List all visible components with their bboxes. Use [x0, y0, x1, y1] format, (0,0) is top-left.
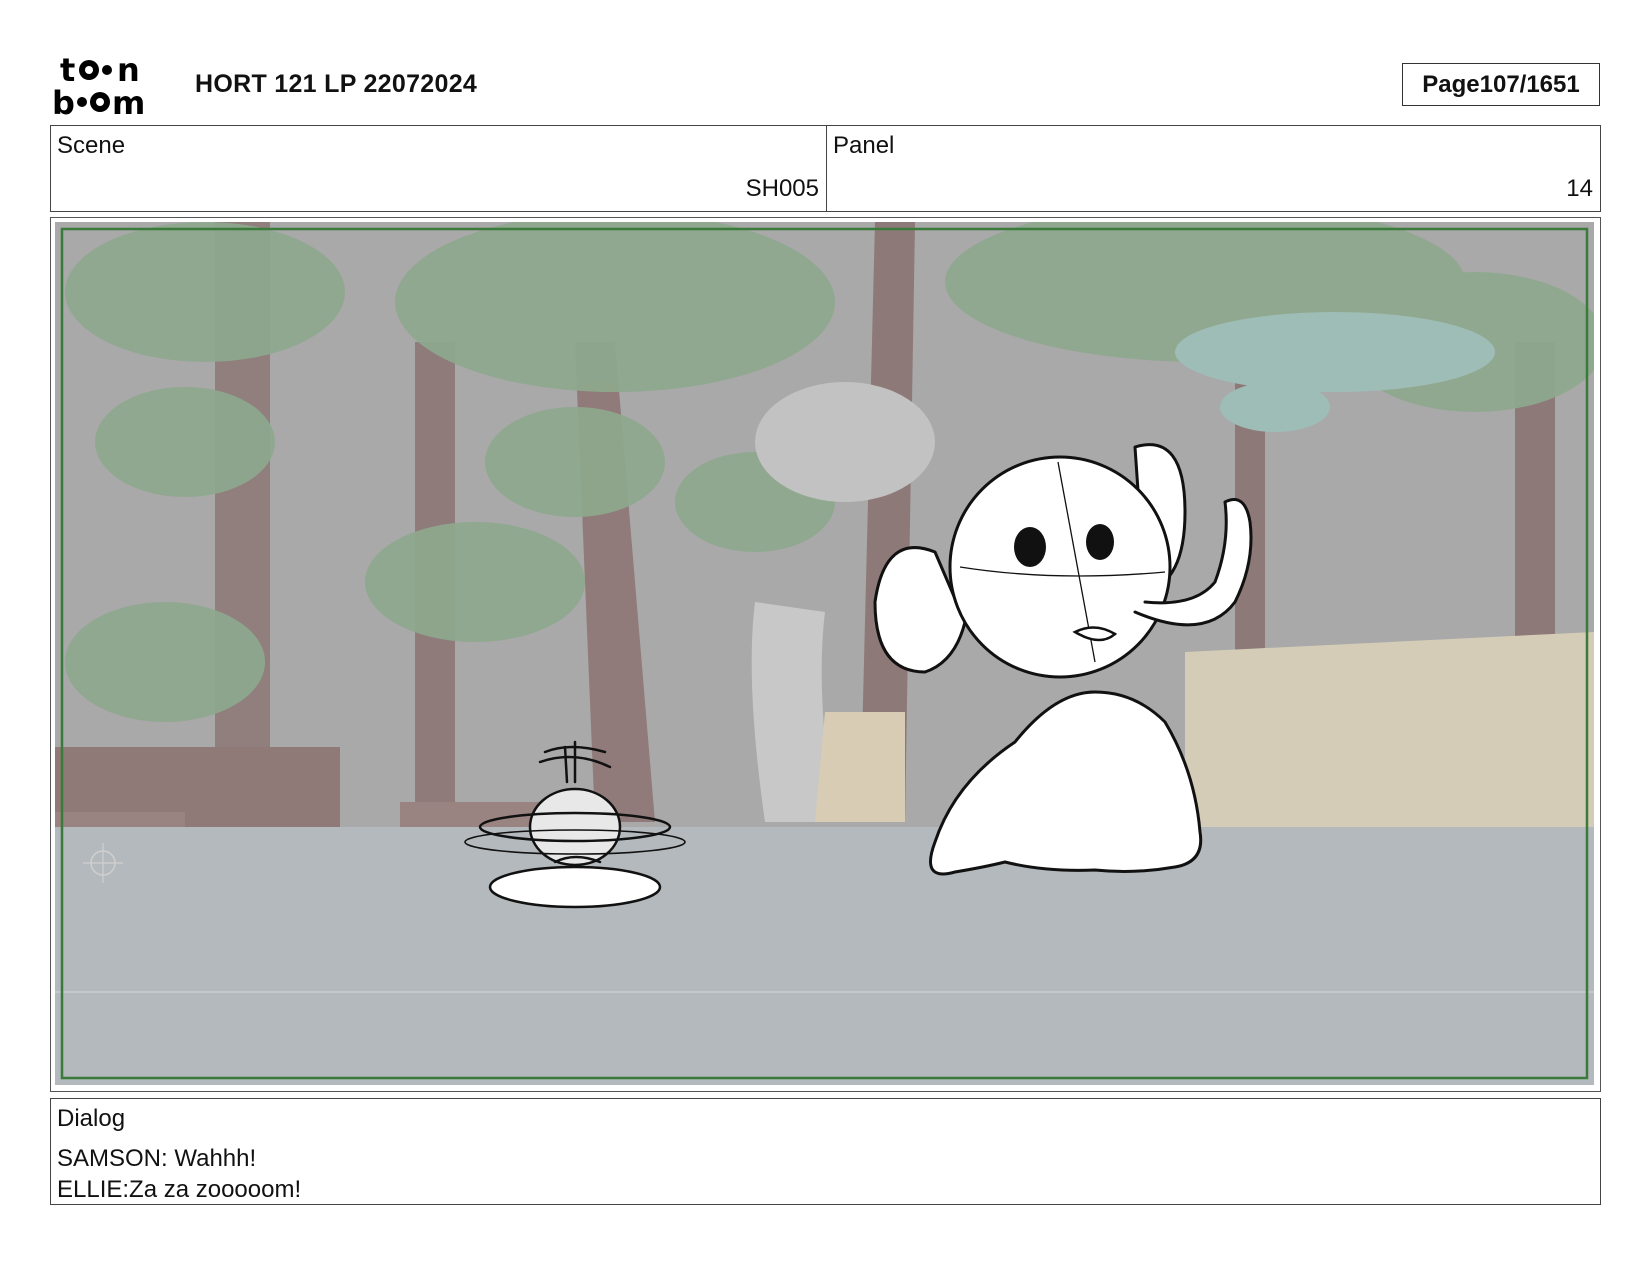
svg-text:b: b — [52, 84, 75, 118]
panel-label: Panel — [833, 132, 895, 159]
dialog-line: SAMSON: Wahhh! — [57, 1145, 257, 1172]
panel-frame — [50, 217, 1601, 1092]
panel-cell: Panel 14 — [827, 126, 1600, 211]
scene-panel-row: Scene SH005 Panel 14 — [50, 125, 1601, 212]
document-title: HORT 121 LP 22072024 — [195, 70, 478, 98]
dialog-label: Dialog — [57, 1105, 126, 1132]
scene-cell: Scene SH005 — [51, 126, 827, 211]
storyboard-panel-image — [55, 222, 1594, 1085]
svg-text:m: m — [112, 84, 145, 118]
header: t n b m HORT 121 LP 22072024 Page 107/16… — [0, 0, 1650, 125]
toon-boom-logo: t n b m — [52, 52, 172, 118]
scene-label: Scene — [57, 132, 126, 159]
dialog-line: ELLIE:Za za zooooom! — [57, 1176, 302, 1203]
panel-value: 14 — [1566, 175, 1593, 202]
page-number: 107/1651 — [1479, 70, 1580, 98]
dialog-box: Dialog SAMSON: Wahhh! ELLIE:Za za zooooo… — [50, 1098, 1601, 1205]
page-label: Page — [1422, 70, 1480, 98]
page-indicator: Page 107/1651 — [1402, 63, 1600, 106]
dialog-lines: SAMSON: Wahhh! ELLIE:Za za zooooom! — [57, 1143, 301, 1205]
scene-value: SH005 — [745, 175, 819, 202]
